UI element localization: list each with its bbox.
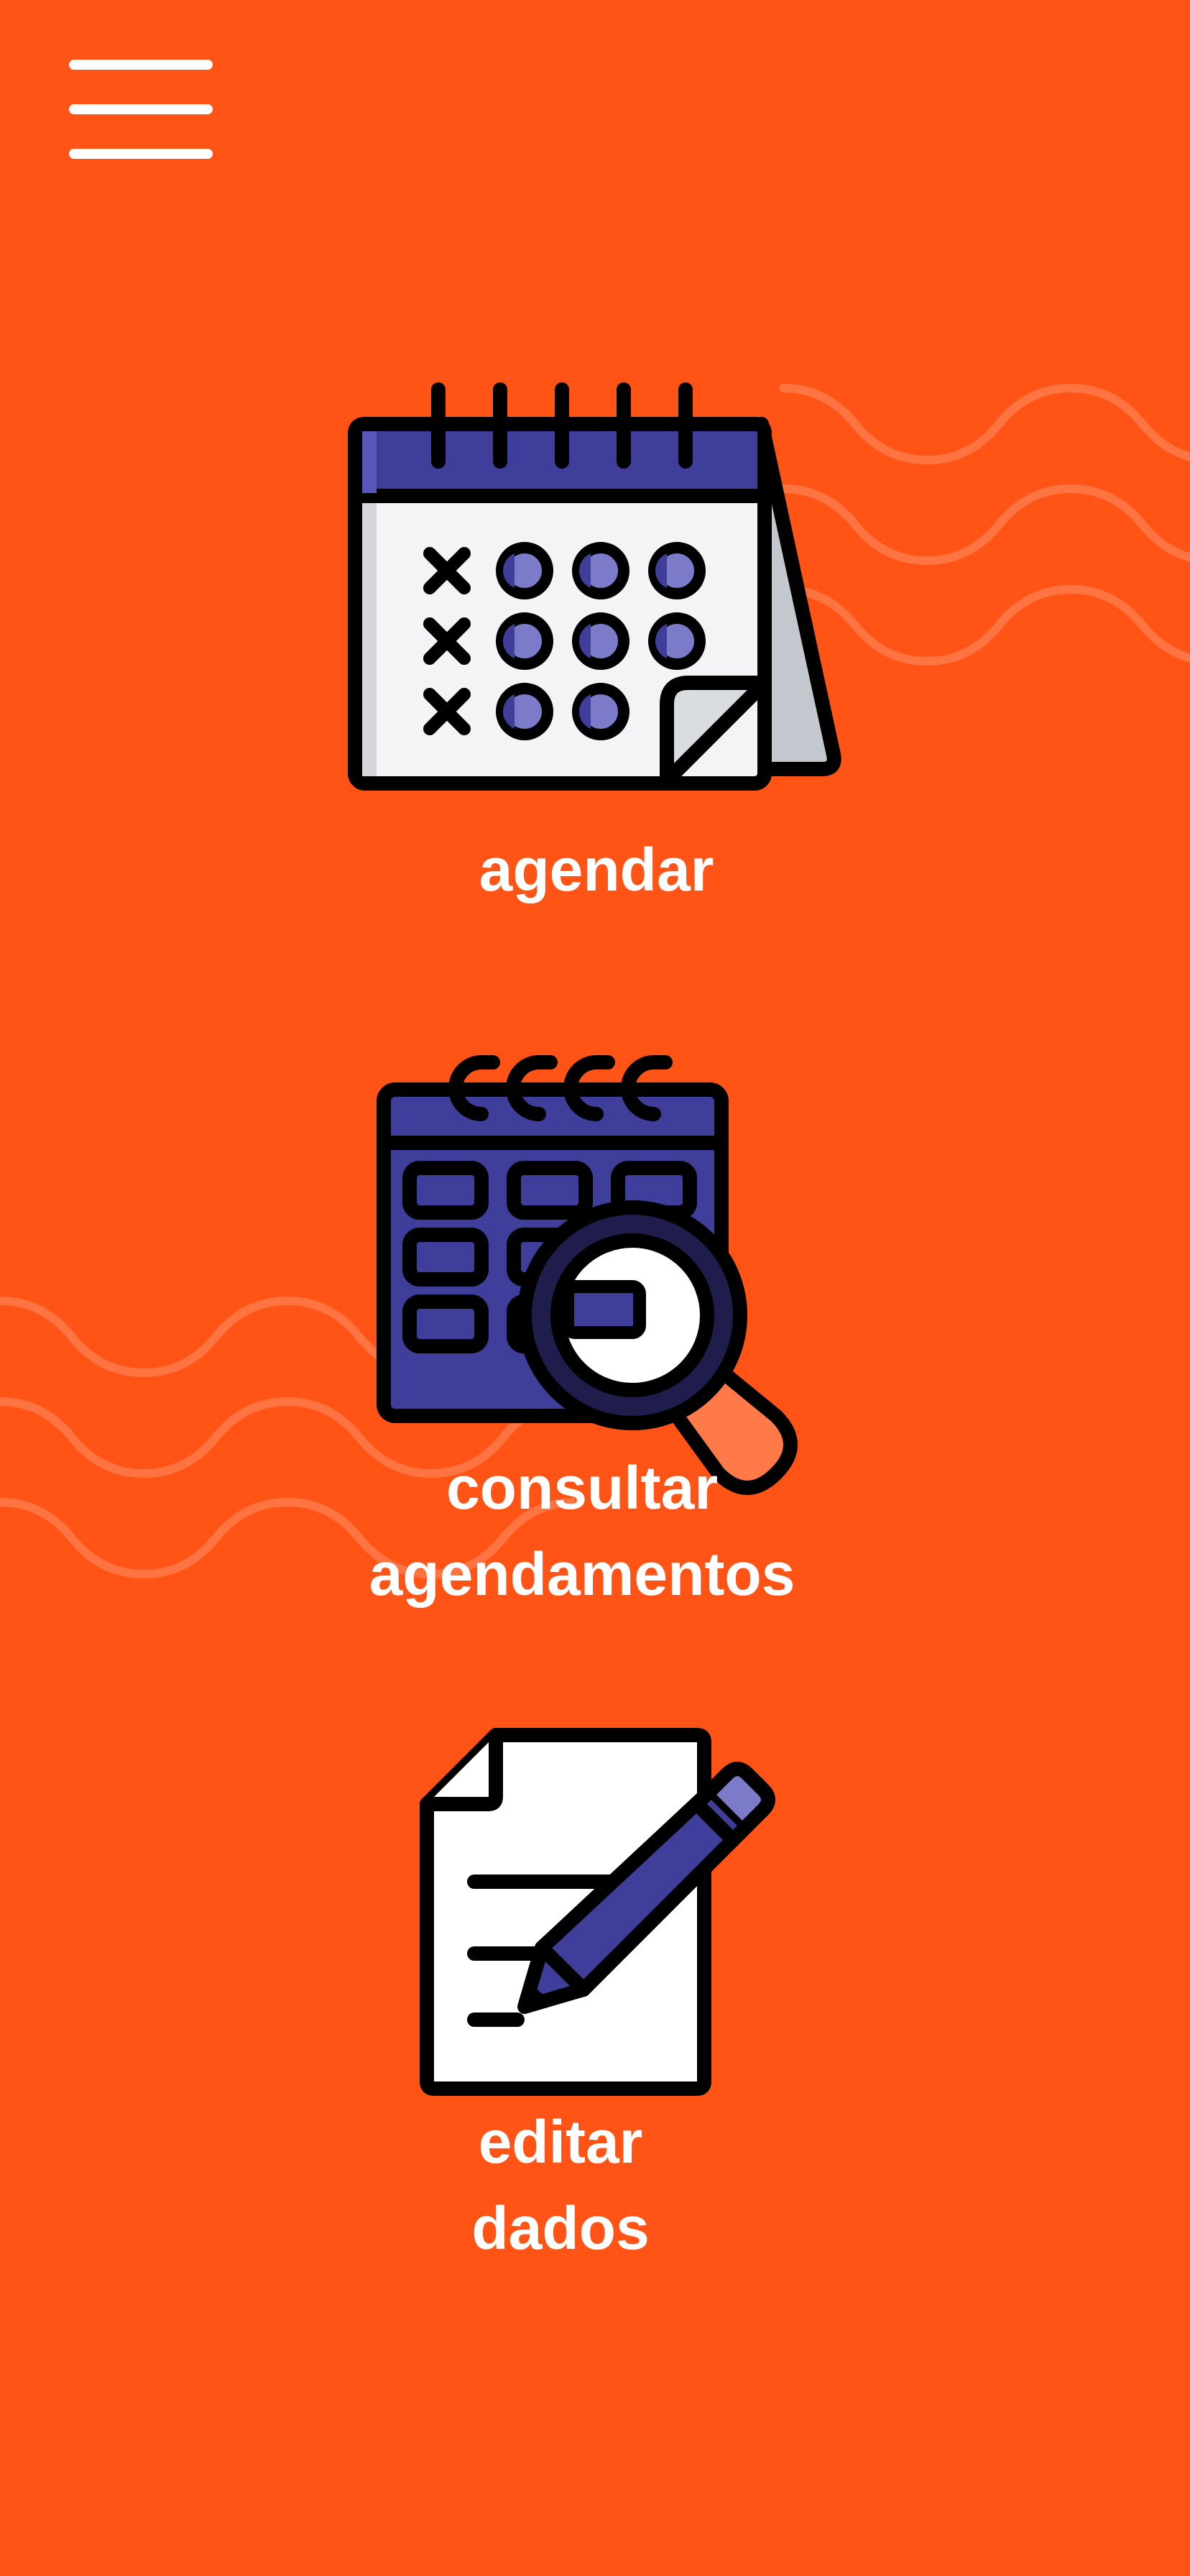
label-line: agendamentos	[369, 1540, 795, 1608]
label-line: agendar	[479, 836, 714, 903]
option-consultar-agendamentos[interactable]: consultar agendamentos	[302, 1042, 862, 1617]
option-agendar-label: agendar	[345, 827, 848, 913]
home-screen: agendar consultar agendamentos editar da…	[0, 0, 1190, 2576]
menu-button[interactable]	[69, 58, 213, 165]
calendar-icon	[348, 382, 841, 791]
label-line: editar	[478, 2108, 643, 2176]
option-editar-dados[interactable]: editar dados	[345, 1725, 776, 2286]
option-agendar[interactable]: agendar	[345, 381, 848, 927]
hamburger-menu-icon	[69, 60, 213, 159]
option-consultar-label: consultar agendamentos	[302, 1445, 862, 1617]
document-edit-icon	[420, 1728, 775, 2096]
option-editar-label: editar dados	[345, 2099, 776, 2271]
label-line: dados	[471, 2194, 650, 2262]
label-line: consultar	[446, 1454, 719, 1522]
